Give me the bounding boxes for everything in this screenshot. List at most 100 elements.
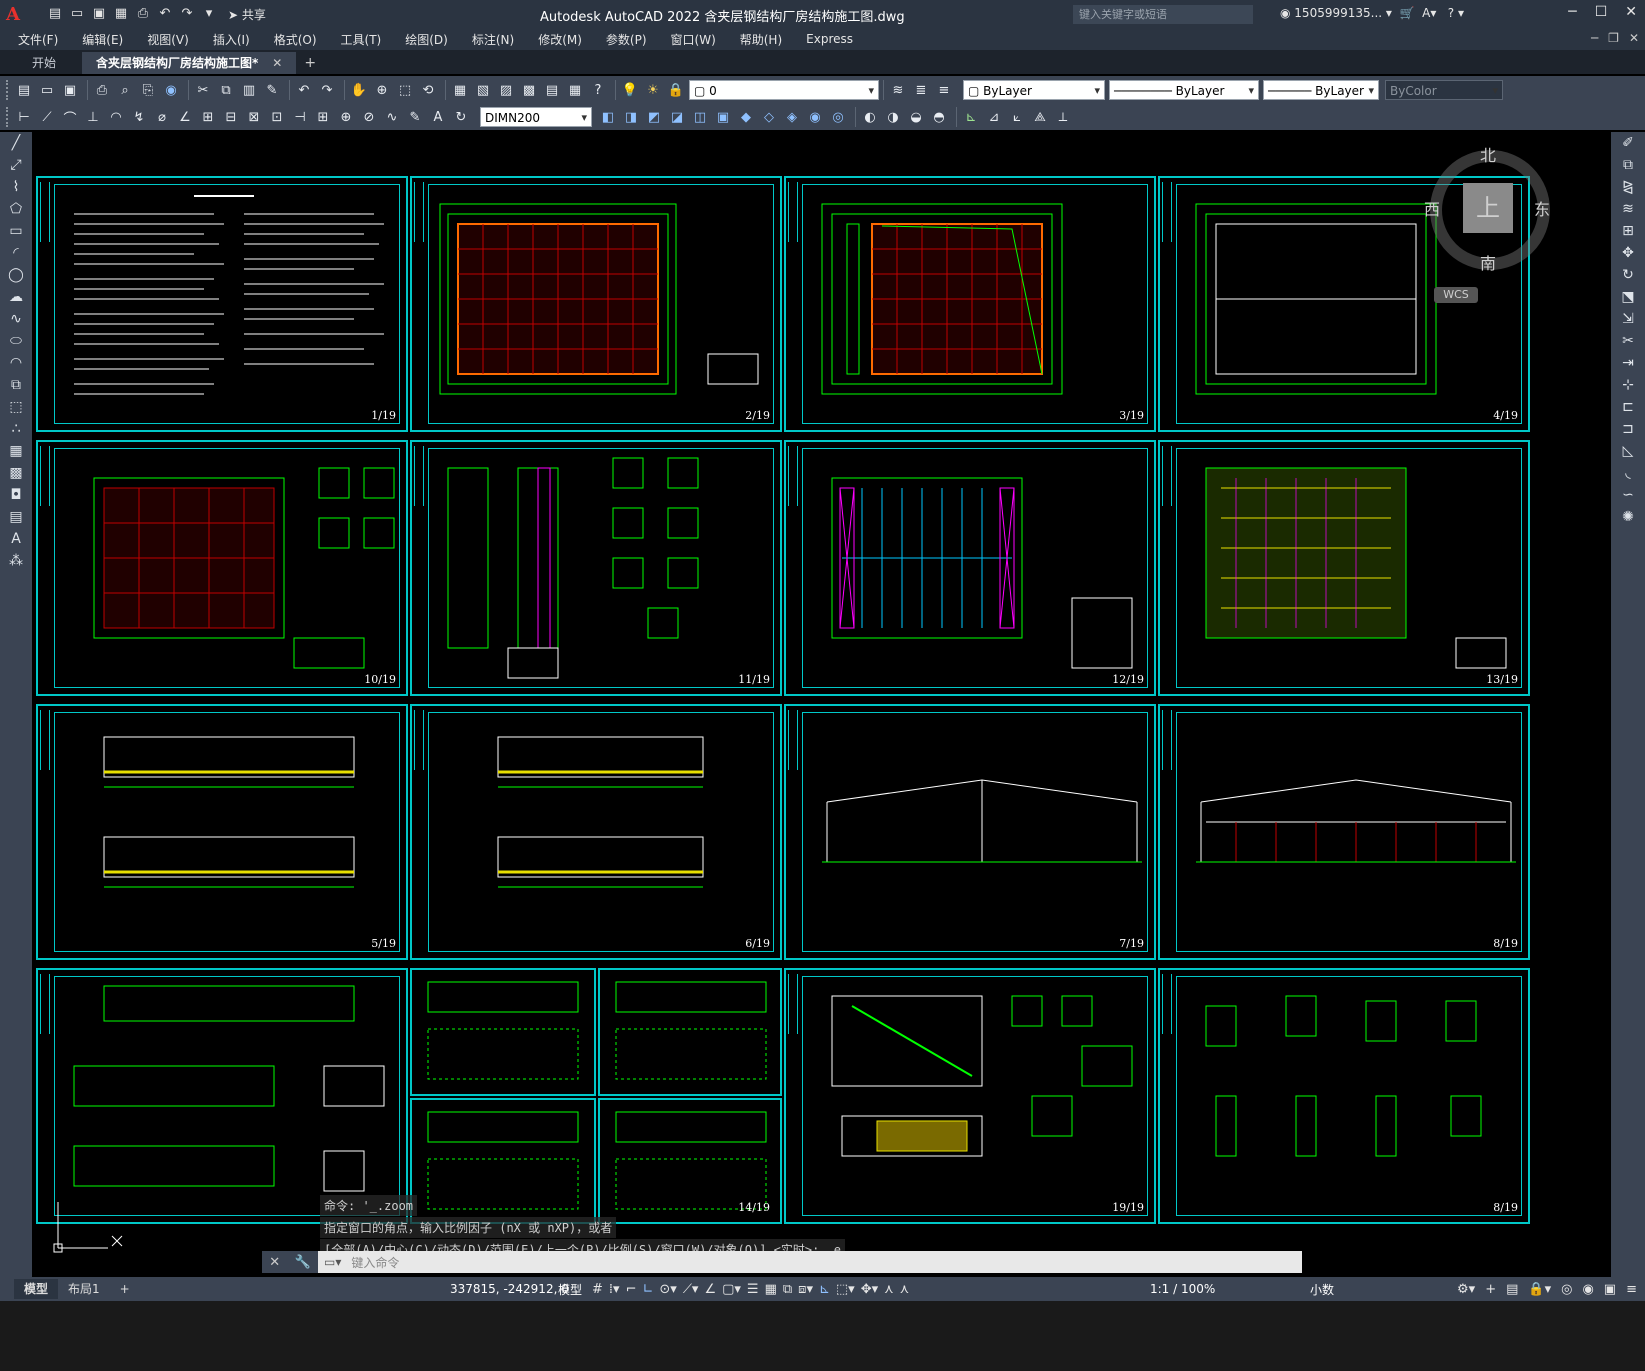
erase-icon[interactable]: ✐ bbox=[1611, 132, 1645, 154]
model-space-button[interactable]: 模型 bbox=[558, 1281, 582, 1298]
zoom-previous-icon[interactable]: ⟲ bbox=[418, 81, 438, 99]
dim-continue-icon[interactable]: ⊠ bbox=[244, 108, 264, 126]
view-iso-nw-icon[interactable]: ◉ bbox=[805, 108, 825, 126]
spline-icon[interactable]: ∿ bbox=[0, 308, 32, 330]
ucs-previous-icon[interactable]: ⟀ bbox=[1007, 108, 1027, 126]
dim-aligned-icon[interactable]: ⟋ bbox=[37, 108, 57, 126]
open-icon[interactable]: ▭ bbox=[37, 81, 57, 99]
grid-icon[interactable]: # bbox=[592, 1282, 603, 1297]
sheet-1[interactable]: 1/19 bbox=[36, 176, 408, 432]
inspection-icon[interactable]: ⊘ bbox=[359, 108, 379, 126]
ucs-face-icon[interactable]: ⟁ bbox=[1030, 108, 1050, 126]
add-selected-icon[interactable]: ⁂ bbox=[0, 550, 32, 572]
new-icon[interactable]: ▤ bbox=[14, 81, 34, 99]
customization-icon[interactable]: ≡ bbox=[1626, 1282, 1637, 1297]
tab-layout1[interactable]: 布局1 bbox=[58, 1279, 110, 1299]
menu-edit[interactable]: 编辑(E) bbox=[82, 31, 123, 48]
units-button[interactable]: 小数 bbox=[1310, 1281, 1334, 1298]
snap-icon[interactable]: ⁞▾ bbox=[609, 1282, 620, 1297]
paste-icon[interactable]: ▥ bbox=[239, 81, 259, 99]
compass-south[interactable]: 南 bbox=[1480, 250, 1496, 274]
layer-lock-icon[interactable]: 🔒 bbox=[666, 81, 686, 99]
sheet-8[interactable]: 8/19 bbox=[1158, 704, 1530, 960]
insert-block-icon[interactable]: ⧉ bbox=[0, 374, 32, 396]
multiline-text-icon[interactable]: A bbox=[0, 528, 32, 550]
sheet-set-icon[interactable]: ▩ bbox=[519, 81, 539, 99]
sheet-3[interactable]: 3/19 bbox=[784, 176, 1156, 432]
viewcube-top-face[interactable]: 上 bbox=[1463, 183, 1513, 233]
view-iso-sw-icon[interactable]: ◆ bbox=[736, 108, 756, 126]
annotation-scale[interactable]: 1:1 / 100% bbox=[1150, 1282, 1215, 1296]
revision-cloud-icon[interactable]: ☁ bbox=[0, 286, 32, 308]
plot-preview-icon[interactable]: ⌕ bbox=[115, 81, 135, 99]
gizmo-icon[interactable]: ✥▾ bbox=[861, 1282, 878, 1297]
menu-view[interactable]: 视图(V) bbox=[147, 31, 189, 48]
layer-previous-icon[interactable]: ≣ bbox=[911, 81, 931, 99]
undo-icon[interactable]: ↶ bbox=[294, 81, 314, 99]
viewcube[interactable]: 上 北 南 东 西 bbox=[1424, 146, 1550, 273]
customize-icon[interactable]: ▾ bbox=[200, 6, 218, 22]
hatch-icon[interactable]: ▦ bbox=[0, 440, 32, 462]
visual-style-realistic-icon[interactable]: ◓ bbox=[929, 108, 949, 126]
search-input[interactable]: 键入关键字或短语 bbox=[1073, 5, 1253, 24]
line-icon[interactable]: ╱ bbox=[0, 132, 32, 154]
customize-command-icon[interactable]: 🔧 bbox=[295, 1255, 311, 1270]
visual-style-hidden-icon[interactable]: ◒ bbox=[906, 108, 926, 126]
layer-states-icon[interactable]: ≡ bbox=[934, 81, 954, 99]
toolbar-grip-2[interactable] bbox=[6, 107, 10, 127]
user-account[interactable]: ◉ 1505999135... ▾ 🛒 A▾ ? ▾ bbox=[1280, 6, 1464, 20]
dim-arc-icon[interactable]: ⌒ bbox=[60, 108, 80, 127]
maximize-button[interactable]: ☐ bbox=[1595, 4, 1608, 20]
circle-icon[interactable]: ◯ bbox=[0, 264, 32, 286]
dim-space-icon[interactable]: ⊡ bbox=[267, 108, 287, 126]
autocad-logo[interactable]: A bbox=[6, 2, 32, 26]
dim-text-edit-icon[interactable]: A bbox=[428, 108, 448, 126]
doc-minimize-button[interactable]: ─ bbox=[1591, 31, 1598, 45]
table-icon[interactable]: ▤ bbox=[0, 506, 32, 528]
layer-dropdown[interactable]: ▢ 0 bbox=[689, 80, 879, 101]
isolate-objects-icon[interactable]: ◎ bbox=[1561, 1282, 1572, 1297]
point-icon[interactable]: ∴ bbox=[0, 418, 32, 440]
save-as-icon[interactable]: ▦ bbox=[112, 6, 130, 22]
sheet-5[interactable]: 5/19 bbox=[36, 704, 408, 960]
close-tab-icon[interactable]: ✕ bbox=[272, 56, 282, 70]
compass-east[interactable]: 东 bbox=[1534, 196, 1550, 220]
zoom-realtime-icon[interactable]: ⊕ bbox=[372, 81, 392, 99]
close-button[interactable]: ✕ bbox=[1625, 4, 1637, 20]
dim-angular-icon[interactable]: ∠ bbox=[175, 108, 195, 126]
ucs-object-icon[interactable]: ⟂ bbox=[1053, 108, 1073, 126]
wcs-menu[interactable]: WCS bbox=[1434, 287, 1478, 303]
compass-west[interactable]: 西 bbox=[1424, 196, 1440, 220]
dim-update-icon[interactable]: ↻ bbox=[451, 108, 471, 126]
fillet-icon[interactable]: ◟ bbox=[1611, 462, 1645, 484]
new-tab-icon[interactable]: + bbox=[304, 52, 316, 74]
tab-start[interactable]: 开始 bbox=[18, 52, 70, 74]
copy-object-icon[interactable]: ⧉ bbox=[1611, 154, 1645, 176]
view-left-icon[interactable]: ◩ bbox=[644, 108, 664, 126]
break-icon[interactable]: ⊏ bbox=[1611, 396, 1645, 418]
osnap-tracking-icon[interactable]: ∠ bbox=[704, 1282, 716, 1297]
3d-osnap-icon[interactable]: ⧈▾ bbox=[798, 1282, 813, 1297]
tab-model[interactable]: 模型 bbox=[14, 1279, 59, 1299]
pan-icon[interactable]: ✋ bbox=[349, 81, 369, 99]
toolbar-grip[interactable] bbox=[6, 80, 10, 100]
plotstyle-dropdown[interactable]: ByColor bbox=[1385, 80, 1503, 101]
sheet-13[interactable]: 13/19 bbox=[1158, 440, 1530, 696]
cut-icon[interactable]: ✂ bbox=[193, 81, 213, 99]
layer-sun-icon[interactable]: ☀ bbox=[643, 81, 663, 99]
dim-diameter-icon[interactable]: ⌀ bbox=[152, 108, 172, 126]
view-bottom-icon[interactable]: ▣ bbox=[713, 108, 733, 126]
lock-ui-icon[interactable]: 🔒▾ bbox=[1528, 1282, 1551, 1297]
minimize-button[interactable]: ─ bbox=[1568, 4, 1576, 20]
doc-restore-button[interactable]: ❐ bbox=[1608, 31, 1619, 45]
menu-dimension[interactable]: 标注(N) bbox=[472, 31, 514, 48]
menu-modify[interactable]: 修改(M) bbox=[538, 31, 582, 48]
sheet-18[interactable]: 8/19 bbox=[1158, 968, 1530, 1224]
color-dropdown[interactable]: ▢ ByLayer bbox=[963, 80, 1105, 101]
compass-north[interactable]: 北 bbox=[1480, 142, 1496, 166]
break-point-icon[interactable]: ⊹ bbox=[1611, 374, 1645, 396]
tab-active-drawing[interactable]: 含夹层钢结构厂房结构施工图* ✕ bbox=[82, 52, 297, 74]
zoom-window-icon[interactable]: ⬚ bbox=[395, 81, 415, 99]
region-icon[interactable]: ◘ bbox=[0, 484, 32, 506]
dim-edit-icon[interactable]: ✎ bbox=[405, 108, 425, 126]
